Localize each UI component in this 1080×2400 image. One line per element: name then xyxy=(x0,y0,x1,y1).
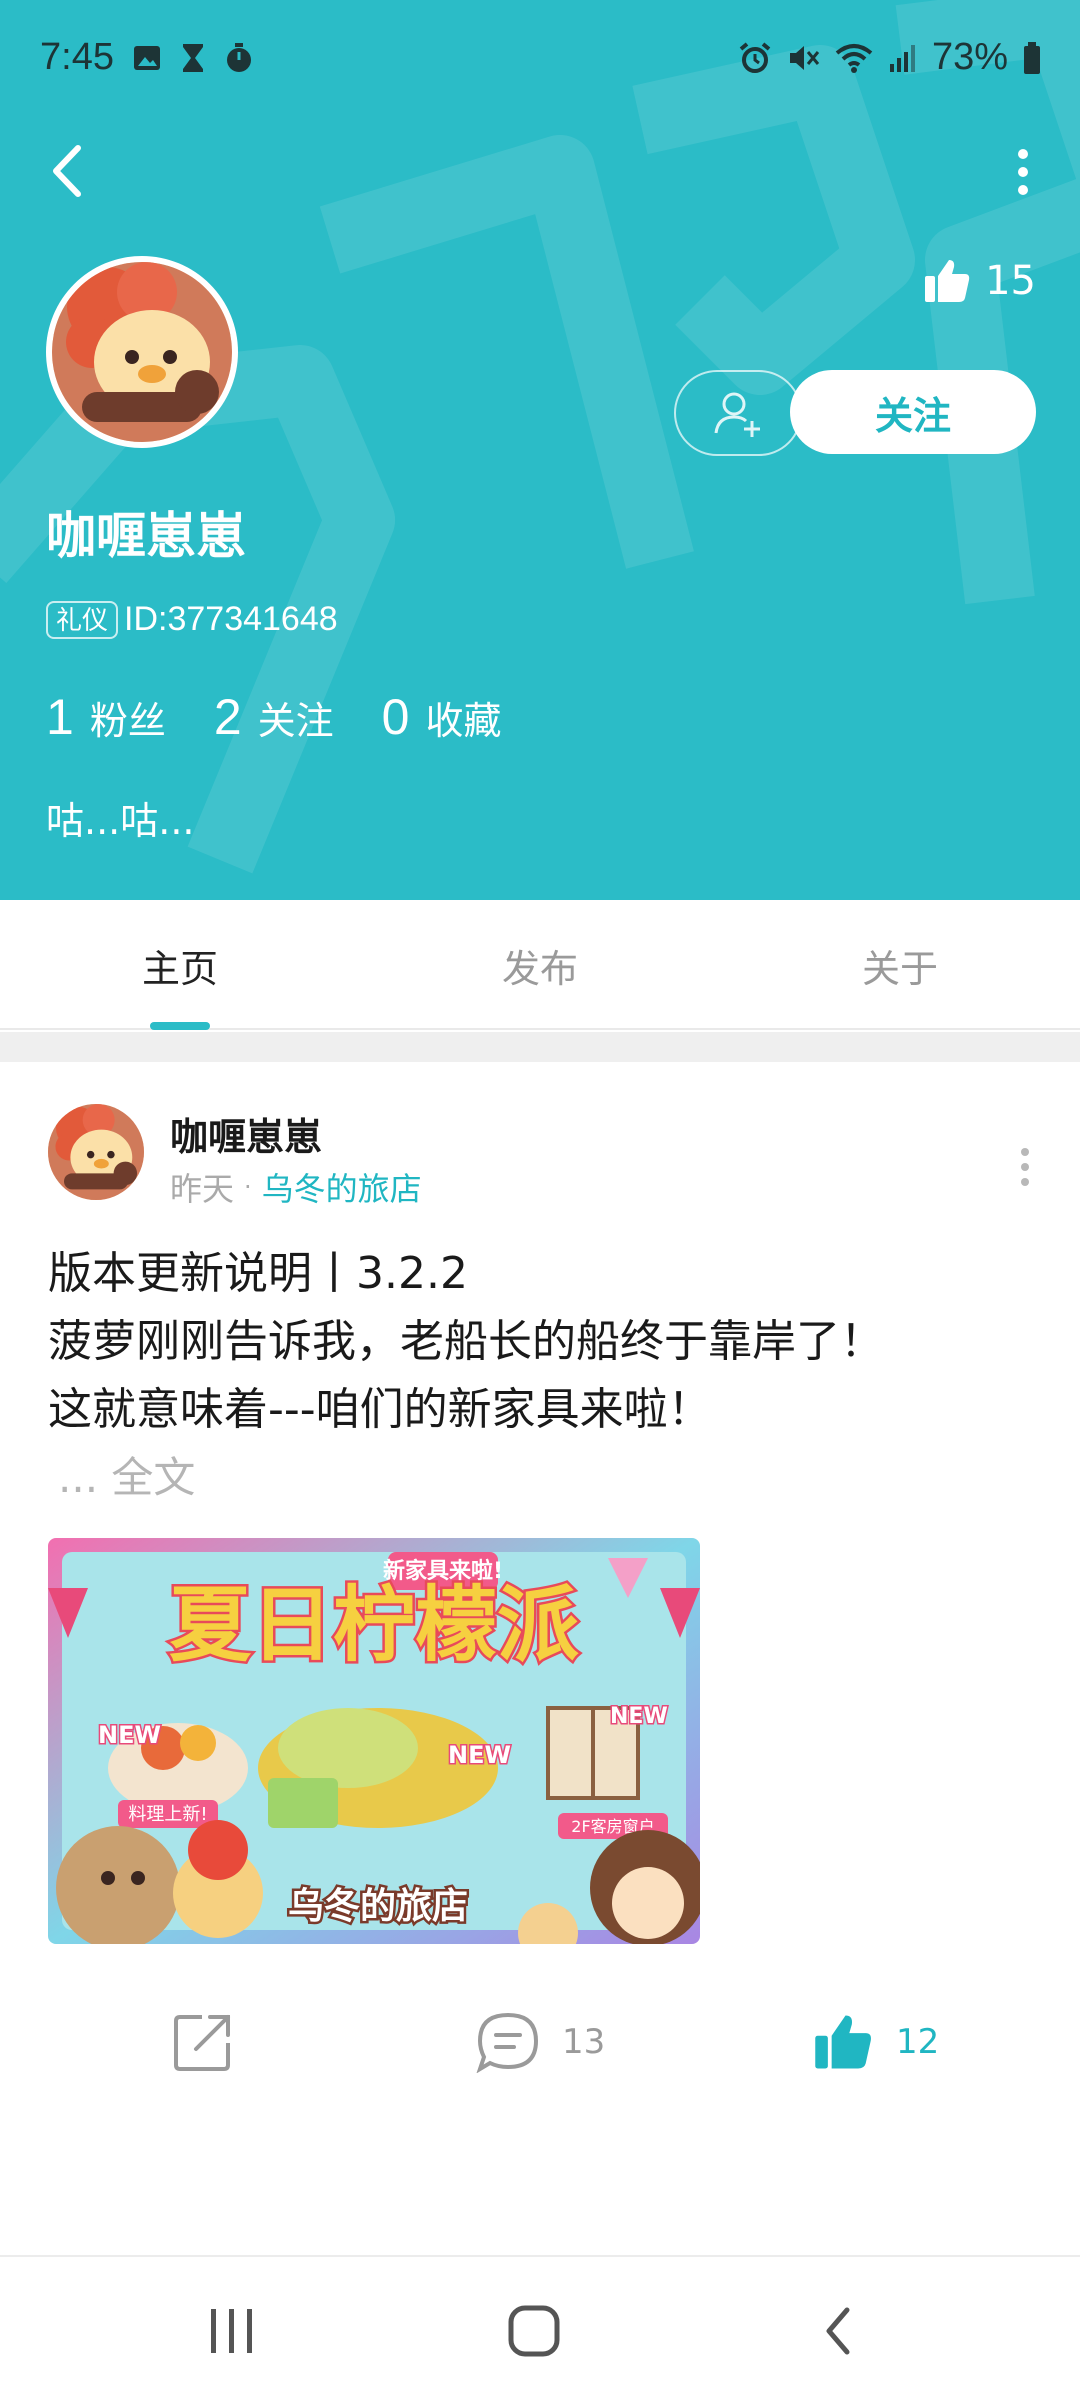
battery-percent: 73% xyxy=(931,36,1008,78)
stat-favorites[interactable]: 0 收藏 xyxy=(382,688,502,746)
post-group-link[interactable]: 乌冬的旅店 xyxy=(262,1164,422,1210)
add-friend-button[interactable] xyxy=(674,370,802,456)
post-time: 昨天 xyxy=(170,1170,235,1208)
stat-label: 关注 xyxy=(257,699,334,743)
promo-banner-image: 新家具来啦! 夏日柠檬派 NEW NEW NEW 料理上新! 2F客房窗户 乌冬… xyxy=(48,1538,700,1944)
food-tag: 料理上新! xyxy=(128,1804,207,1825)
thumbs-up-icon xyxy=(815,2015,871,2069)
profile-username: 咖喱崽崽 xyxy=(46,507,246,565)
post-body[interactable]: 版本更新说明丨3.2.2 菠萝刚刚告诉我，老船长的船终于靠岸了！ 这就意味着--… xyxy=(48,1240,1048,1444)
wifi-icon xyxy=(835,43,873,73)
status-right-icons: 73% xyxy=(738,36,1042,79)
new-tag: NEW xyxy=(448,1741,511,1769)
profile-header: 7:45 73% 15 关注 咖喱崽崽 礼仪 ID:377341648 1 粉丝… xyxy=(0,0,1080,900)
home-icon xyxy=(508,2305,560,2357)
share-icon xyxy=(174,2015,230,2071)
stat-number: 2 xyxy=(213,689,242,745)
profile-like-count[interactable]: 15 xyxy=(923,258,1036,304)
post-card[interactable]: 咖喱崽崽 昨天 · 乌冬的旅店 版本更新说明丨3.2.2 菠萝刚刚告诉我，老船长… xyxy=(0,1062,1080,2252)
profile-id-row: 礼仪 ID:377341648 xyxy=(46,600,338,639)
add-user-icon xyxy=(714,392,760,437)
share-button[interactable] xyxy=(172,1992,234,2092)
stat-label: 粉丝 xyxy=(89,699,166,743)
battery-icon xyxy=(1024,41,1040,74)
recent-apps-icon xyxy=(211,2309,252,2353)
stat-following[interactable]: 2 关注 xyxy=(214,688,334,746)
profile-bio: 咕...咕... xyxy=(46,799,195,843)
banner-logo: 乌冬的旅店 xyxy=(288,1886,468,1927)
profile-like-number: 15 xyxy=(985,258,1036,304)
stat-label: 收藏 xyxy=(425,699,502,743)
comment-button[interactable]: 13 xyxy=(476,1992,605,2092)
stat-number: 1 xyxy=(46,689,74,745)
meta-separator: · xyxy=(244,1173,252,1201)
system-back-button[interactable] xyxy=(798,2291,878,2371)
more-vertical-icon xyxy=(1021,1148,1029,1186)
alarm-icon xyxy=(739,41,771,73)
role-badge: 礼仪 xyxy=(46,600,119,639)
chevron-left-icon xyxy=(53,145,81,197)
post-action-bar: 13 12 xyxy=(0,1992,1080,2092)
post-meta: 昨天 · 乌冬的旅店 xyxy=(170,1164,422,1210)
section-divider xyxy=(0,1032,1080,1062)
post-image[interactable]: 新家具来啦! 夏日柠檬派 NEW NEW NEW 料理上新! 2F客房窗户 乌冬… xyxy=(48,1538,700,1944)
active-tab-indicator xyxy=(150,1022,210,1030)
post-author-avatar[interactable] xyxy=(48,1104,144,1200)
signal-icon xyxy=(889,44,915,72)
hourglass-icon xyxy=(183,44,203,72)
avatar-image xyxy=(52,262,232,442)
profile-stats: 1 粉丝 2 关注 0 收藏 xyxy=(46,688,549,746)
system-navigation-bar xyxy=(0,2257,1080,2400)
recent-apps-button[interactable] xyxy=(192,2291,272,2371)
back-button[interactable] xyxy=(40,138,94,204)
like-button[interactable]: 12 xyxy=(812,1992,939,2092)
comment-count: 13 xyxy=(562,2022,606,2062)
read-more-link[interactable]: ... 全文 xyxy=(58,1444,195,1505)
back-icon xyxy=(826,2307,850,2355)
status-time: 7:45 xyxy=(40,36,114,78)
stat-followers[interactable]: 1 粉丝 xyxy=(46,688,166,746)
timer-icon xyxy=(227,43,251,72)
post-line: 菠萝刚刚告诉我，老船长的船终于靠岸了！ xyxy=(48,1316,884,1367)
more-vertical-icon xyxy=(1018,149,1028,195)
stat-number: 0 xyxy=(381,689,410,745)
profile-avatar[interactable] xyxy=(46,256,238,448)
user-id: ID:377341648 xyxy=(124,600,338,638)
post-line: 版本更新说明丨3.2.2 xyxy=(48,1248,468,1299)
mute-icon xyxy=(789,45,820,70)
gallery-icon xyxy=(134,46,160,70)
status-left-icons xyxy=(132,42,254,74)
avatar-image xyxy=(48,1104,144,1200)
more-options-button[interactable] xyxy=(996,140,1050,204)
post-more-button[interactable] xyxy=(1010,1132,1040,1202)
status-bar: 7:45 73% xyxy=(0,0,1080,120)
tab-posts[interactable]: 发布 xyxy=(440,900,640,1030)
thumbs-up-icon xyxy=(925,260,970,302)
follow-button[interactable]: 关注 xyxy=(790,370,1036,454)
post-author-name[interactable]: 咖喱崽崽 xyxy=(170,1106,322,1161)
tab-home[interactable]: 主页 xyxy=(80,900,280,1030)
comment-icon xyxy=(476,2012,539,2073)
new-tag: NEW xyxy=(98,1721,161,1749)
post-line: 这就意味着---咱们的新家具来啦！ xyxy=(48,1384,712,1435)
new-tag: NEW xyxy=(610,1704,668,1729)
home-button[interactable] xyxy=(494,2291,574,2371)
profile-tabs: 主页 发布 关于 xyxy=(0,900,1080,1030)
like-count: 12 xyxy=(896,2022,940,2062)
tab-about[interactable]: 关于 xyxy=(800,900,1000,1030)
banner-title: 夏日柠檬派 xyxy=(169,1578,579,1673)
